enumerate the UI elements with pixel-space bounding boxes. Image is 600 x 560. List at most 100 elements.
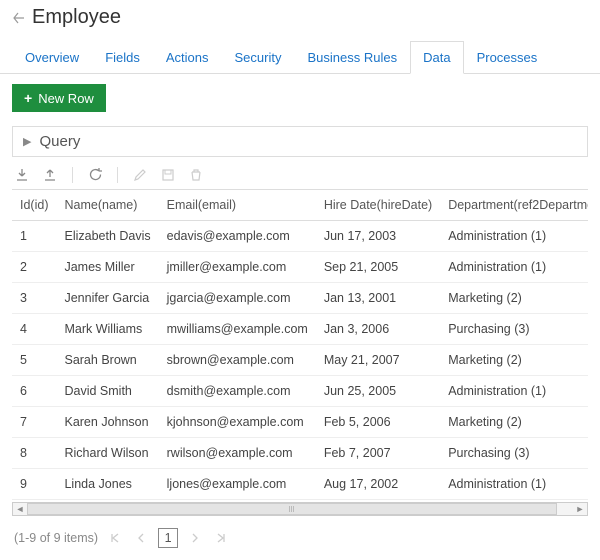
plus-icon: + (24, 90, 32, 106)
cell-name: Mark Williams (56, 314, 158, 345)
cell-hire: Feb 5, 2006 (316, 407, 440, 438)
cell-hire: Jan 3, 2006 (316, 314, 440, 345)
cell-id: 4 (12, 314, 56, 345)
table-row[interactable]: 7Karen Johnsonkjohnson@example.comFeb 5,… (12, 407, 588, 438)
cell-dept: Marketing (2) (440, 407, 588, 438)
table-row[interactable]: 8Richard Wilsonrwilson@example.comFeb 7,… (12, 438, 588, 469)
cell-dept: Marketing (2) (440, 283, 588, 314)
tab-processes[interactable]: Processes (464, 41, 551, 74)
upload-icon[interactable] (42, 167, 58, 183)
refresh-icon[interactable] (87, 167, 103, 183)
cell-hire: Sep 21, 2005 (316, 252, 440, 283)
cell-id: 1 (12, 221, 56, 252)
scroll-track[interactable] (27, 503, 573, 515)
col-department[interactable]: Department(ref2Department) (440, 190, 588, 221)
cell-dept: Administration (1) (440, 376, 588, 407)
tab-data[interactable]: Data (410, 41, 463, 74)
page-title: Employee (32, 6, 121, 29)
save-icon (160, 167, 176, 183)
cell-name: Karen Johnson (56, 407, 158, 438)
cell-email: rwilson@example.com (159, 438, 316, 469)
expand-icon: ▶ (23, 135, 31, 148)
header-row: Id(id) Name(name) Email(email) Hire Date… (12, 190, 588, 221)
cell-id: 6 (12, 376, 56, 407)
first-page-icon (106, 529, 124, 547)
back-icon[interactable] (12, 11, 26, 25)
cell-email: jgarcia@example.com (159, 283, 316, 314)
col-name[interactable]: Name(name) (56, 190, 158, 221)
cell-email: edavis@example.com (159, 221, 316, 252)
divider (117, 167, 118, 183)
pager-summary: (1-9 of 9 items) (14, 531, 98, 545)
pager: (1-9 of 9 items) 1 (0, 522, 600, 560)
cell-id: 3 (12, 283, 56, 314)
scroll-thumb[interactable] (27, 503, 557, 515)
delete-icon (188, 167, 204, 183)
cell-email: ljones@example.com (159, 469, 316, 500)
table-row[interactable]: 1Elizabeth Davisedavis@example.comJun 17… (12, 221, 588, 252)
grid-toolbar (0, 161, 600, 189)
cell-id: 2 (12, 252, 56, 283)
cell-dept: Purchasing (3) (440, 438, 588, 469)
cell-email: jmiller@example.com (159, 252, 316, 283)
tab-fields[interactable]: Fields (92, 41, 153, 74)
cell-id: 5 (12, 345, 56, 376)
last-page-icon (212, 529, 230, 547)
cell-hire: Feb 7, 2007 (316, 438, 440, 469)
query-label: Query (39, 133, 80, 150)
cell-id: 8 (12, 438, 56, 469)
download-icon[interactable] (14, 167, 30, 183)
new-row-button[interactable]: + New Row (12, 84, 106, 112)
divider (72, 167, 73, 183)
horizontal-scrollbar[interactable]: ◄ ► (12, 502, 588, 516)
col-id[interactable]: Id(id) (12, 190, 56, 221)
toolbar: + New Row (0, 74, 600, 122)
scroll-left-icon[interactable]: ◄ (13, 503, 27, 515)
current-page[interactable]: 1 (158, 528, 178, 548)
cell-dept: Marketing (2) (440, 345, 588, 376)
cell-hire: May 21, 2007 (316, 345, 440, 376)
page-header: Employee (0, 0, 600, 33)
data-grid: Id(id) Name(name) Email(email) Hire Date… (12, 189, 588, 500)
cell-name: Sarah Brown (56, 345, 158, 376)
tab-business-rules[interactable]: Business Rules (294, 41, 410, 74)
scroll-right-icon[interactable]: ► (573, 503, 587, 515)
tab-security[interactable]: Security (222, 41, 295, 74)
table-row[interactable]: 3Jennifer Garciajgarcia@example.comJan 1… (12, 283, 588, 314)
cell-email: mwilliams@example.com (159, 314, 316, 345)
cell-dept: Purchasing (3) (440, 314, 588, 345)
prev-page-icon (132, 529, 150, 547)
cell-name: Elizabeth Davis (56, 221, 158, 252)
cell-email: sbrown@example.com (159, 345, 316, 376)
cell-name: David Smith (56, 376, 158, 407)
cell-dept: Administration (1) (440, 252, 588, 283)
cell-id: 7 (12, 407, 56, 438)
next-page-icon (186, 529, 204, 547)
table-row[interactable]: 9Linda Jonesljones@example.comAug 17, 20… (12, 469, 588, 500)
grid-wrap: Id(id) Name(name) Email(email) Hire Date… (12, 189, 588, 500)
table-row[interactable]: 5Sarah Brownsbrown@example.comMay 21, 20… (12, 345, 588, 376)
edit-icon (132, 167, 148, 183)
cell-hire: Jan 13, 2001 (316, 283, 440, 314)
cell-name: Richard Wilson (56, 438, 158, 469)
tab-actions[interactable]: Actions (153, 41, 222, 74)
cell-email: dsmith@example.com (159, 376, 316, 407)
table-row[interactable]: 6David Smithdsmith@example.comJun 25, 20… (12, 376, 588, 407)
cell-hire: Jun 17, 2003 (316, 221, 440, 252)
tab-overview[interactable]: Overview (12, 41, 92, 74)
new-row-label: New Row (38, 91, 94, 106)
table-row[interactable]: 4Mark Williamsmwilliams@example.comJan 3… (12, 314, 588, 345)
cell-name: James Miller (56, 252, 158, 283)
cell-dept: Administration (1) (440, 221, 588, 252)
cell-id: 9 (12, 469, 56, 500)
cell-hire: Jun 25, 2005 (316, 376, 440, 407)
tabs: Overview Fields Actions Security Busines… (0, 41, 600, 74)
query-panel[interactable]: ▶ Query (12, 126, 588, 157)
col-email[interactable]: Email(email) (159, 190, 316, 221)
cell-email: kjohnson@example.com (159, 407, 316, 438)
cell-name: Linda Jones (56, 469, 158, 500)
cell-name: Jennifer Garcia (56, 283, 158, 314)
cell-hire: Aug 17, 2002 (316, 469, 440, 500)
table-row[interactable]: 2James Millerjmiller@example.comSep 21, … (12, 252, 588, 283)
col-hire-date[interactable]: Hire Date(hireDate) (316, 190, 440, 221)
